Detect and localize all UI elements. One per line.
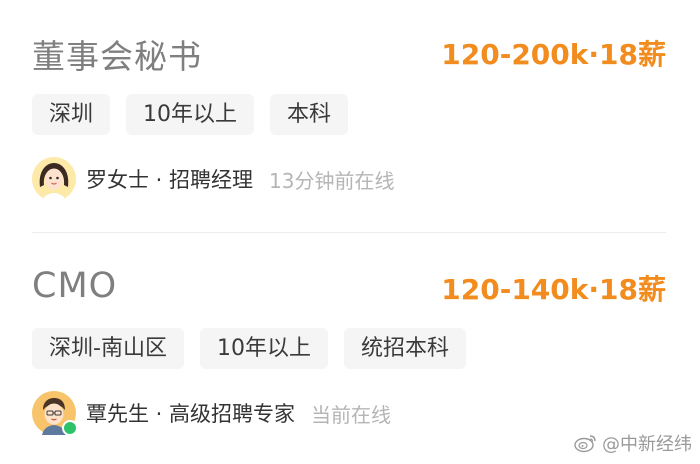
weibo-logo-icon (574, 435, 596, 453)
weibo-watermark: @中新经纬 (574, 430, 692, 456)
tag-experience: 10年以上 (199, 328, 328, 369)
male-avatar-icon (32, 391, 78, 436)
salary-range: 120-140k·18薪 (441, 273, 666, 306)
tag-experience: 10年以上 (126, 94, 255, 135)
job-title: CMO (32, 266, 118, 306)
female-avatar-icon (32, 157, 76, 201)
tag-education: 本科 (270, 94, 349, 135)
recruiter-info: 覃先生 · 高级招聘专家 当前在线 (32, 390, 391, 436)
job-title: 董事会秘书 (32, 37, 202, 76)
job-tags: 深圳-南山区 10年以上 统招本科 (32, 328, 466, 369)
online-indicator-icon (62, 420, 78, 436)
salary-range: 120-200k·18薪 (441, 38, 666, 71)
tag-education: 统招本科 (343, 328, 466, 369)
recruiter-name: 覃先生 · 高级招聘专家 (86, 402, 296, 426)
recruiter-online-status: 13分钟前在线 (269, 168, 395, 193)
job-tags: 深圳 10年以上 本科 (32, 94, 349, 135)
tag-location: 深圳 (32, 94, 111, 135)
tag-location: 深圳-南山区 (32, 328, 184, 369)
watermark-text: @中新经纬 (602, 434, 692, 455)
recruiter-online-status: 当前在线 (311, 402, 392, 427)
recruiter-info: 罗女士 · 招聘经理 13分钟前在线 (32, 156, 394, 202)
card-divider (32, 232, 666, 233)
recruiter-name: 罗女士 · 招聘经理 (86, 168, 254, 192)
